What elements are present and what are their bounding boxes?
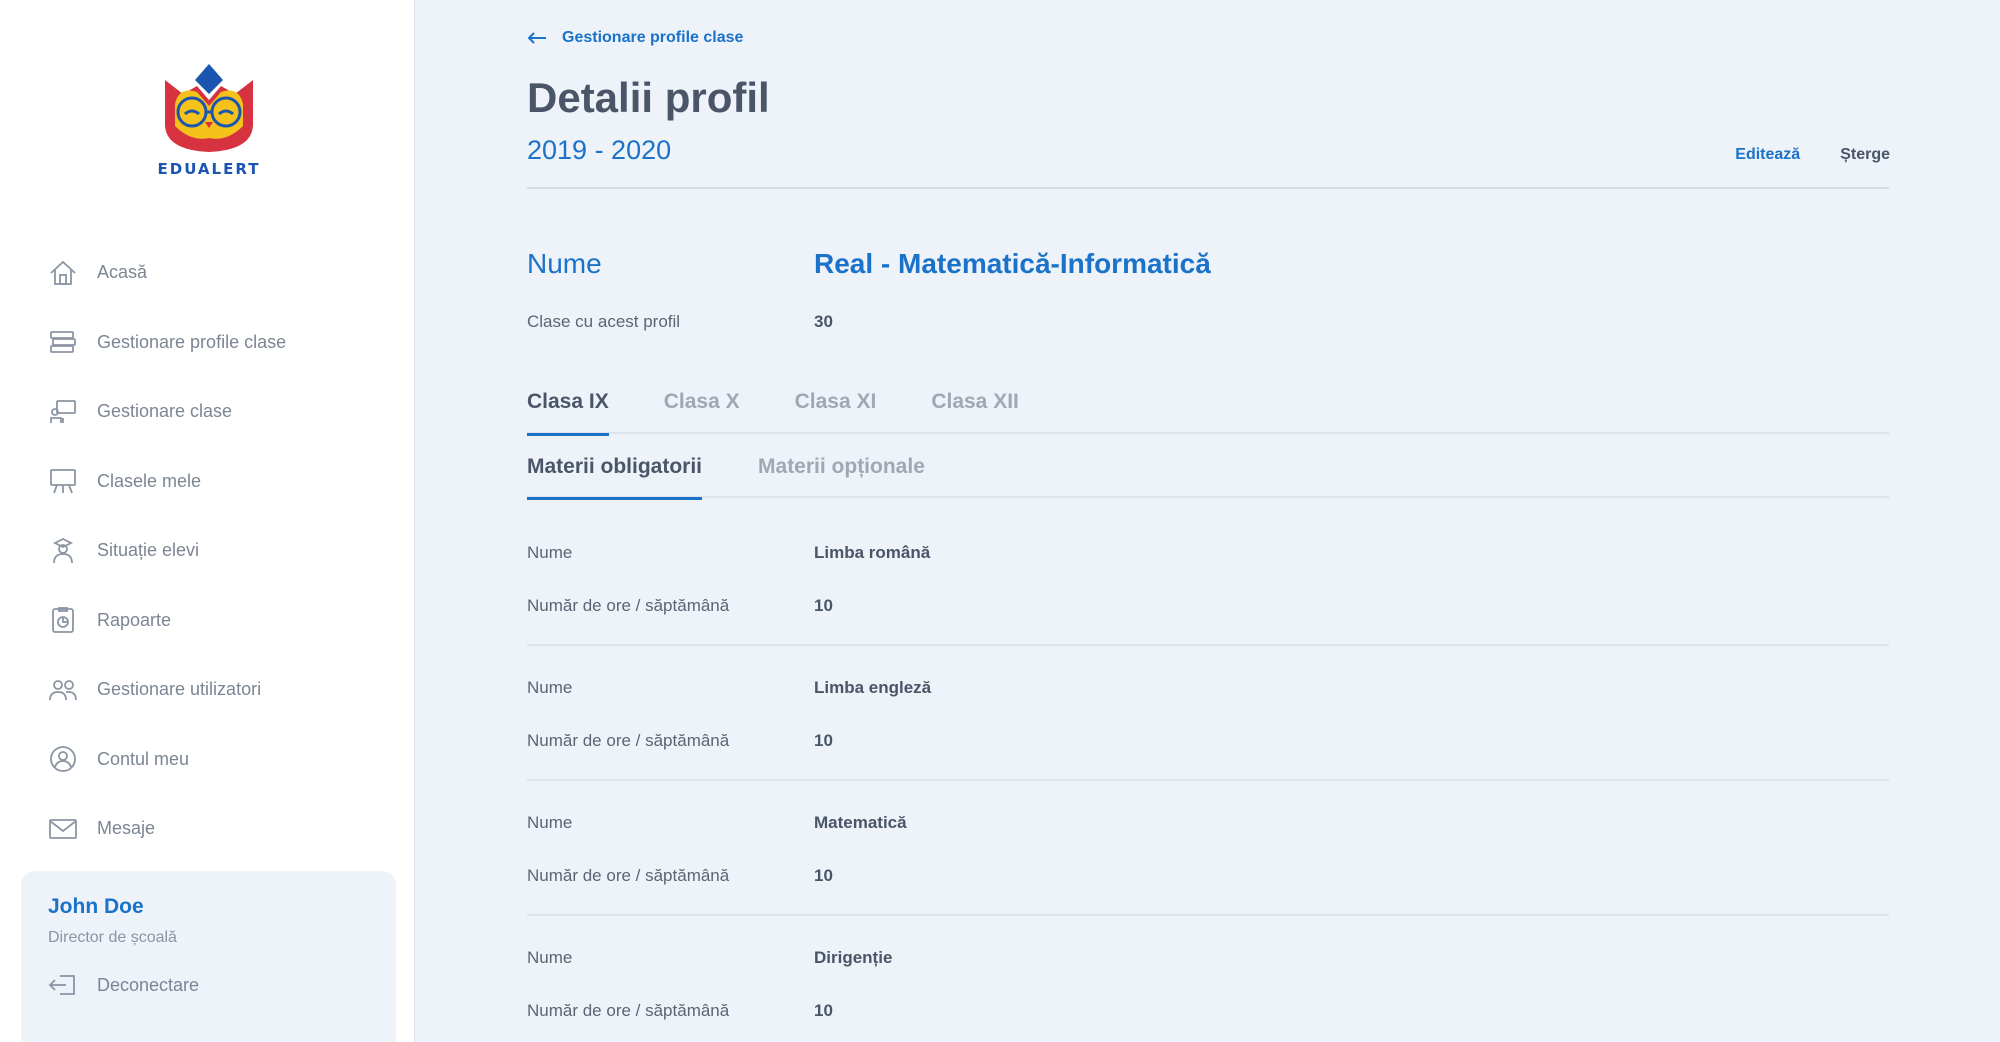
profile-name-value: Real - Matematică-Informatică: [814, 248, 1211, 279]
subject-name-label: Nume: [527, 948, 573, 967]
logout-label: Deconectare: [97, 974, 200, 995]
edit-button[interactable]: Editează: [1735, 146, 1800, 164]
sidebar-item-account[interactable]: Contul meu: [0, 725, 415, 795]
header-actions: Editează Șterge: [1735, 146, 1890, 164]
account-icon: [48, 745, 78, 773]
classroom-icon: [48, 398, 78, 426]
edualert-logo[interactable]: EDUALERT: [150, 64, 268, 184]
sidebar-item-classes[interactable]: Gestionare clase: [0, 377, 415, 447]
board-icon: [48, 467, 78, 495]
list-item: Nume Dirigenție Număr de ore / săptămână 1…: [527, 916, 1889, 1042]
sidebar-item-label: Acasă: [97, 262, 148, 283]
subject-hours-label: Număr de ore / săptămână: [527, 866, 730, 885]
sidebar-item-my-classes[interactable]: Clasele mele: [0, 447, 415, 517]
subject-name-label: Nume: [527, 543, 573, 562]
subject-name: Limba engleză: [814, 678, 932, 697]
sidebar-item-label: Rapoarte: [97, 609, 172, 630]
subject-hours: 10: [814, 596, 833, 615]
list-item: Nume Limba română Număr de ore / săptămân…: [527, 511, 1889, 646]
sidebar-nav: Acasă Gestionare profile clase Gestionar…: [0, 238, 415, 864]
subject-hours-label: Număr de ore / săptămână: [527, 596, 730, 615]
classes-count-value: 30: [814, 312, 833, 331]
home-icon: [48, 259, 78, 287]
arrow-left-icon: [527, 32, 546, 44]
subject-hours: 10: [814, 866, 833, 885]
sidebar: EDUALERT Acasă Gestionare profile clase …: [0, 0, 415, 1042]
subjects-list: Nume Limba română Număr de ore / săptămân…: [527, 511, 1889, 1042]
sidebar-item-messages[interactable]: Mesaje: [0, 794, 415, 864]
books-icon: [48, 328, 78, 356]
subject-name: Limba română: [814, 543, 931, 562]
list-item: Nume Limba engleză Număr de ore / săptămâ…: [527, 646, 1889, 781]
sidebar-item-label: Gestionare clase: [97, 401, 233, 422]
sidebar-item-label: Gestionare utilizatori: [97, 679, 262, 700]
mail-icon: [48, 815, 78, 843]
class-tabs: Clasa IX Clasa X Clasa XI Clasa XII: [527, 390, 1889, 436]
subject-hours-label: Număr de ore / săptămână: [527, 731, 730, 750]
sidebar-item-class-profiles[interactable]: Gestionare profile clase: [0, 308, 415, 378]
subject-name-label: Nume: [527, 678, 573, 697]
subject-hours: 10: [814, 1001, 833, 1020]
subject-name-label: Nume: [527, 813, 573, 832]
sidebar-item-label: Clasele mele: [97, 470, 202, 491]
owl-logo-icon: [165, 64, 253, 152]
sidebar-item-reports[interactable]: Rapoarte: [0, 586, 415, 656]
tab-clasa-ix[interactable]: Clasa IX: [527, 390, 609, 436]
tab-clasa-xi[interactable]: Clasa XI: [795, 390, 877, 434]
delete-button[interactable]: Șterge: [1840, 146, 1890, 164]
tab-clasa-x[interactable]: Clasa X: [664, 390, 740, 434]
user-name: John Doe: [48, 895, 144, 918]
tab-mandatory-subjects[interactable]: Materii obligatorii: [527, 455, 703, 500]
classes-count-label: Clase cu acest profil: [527, 312, 681, 331]
sidebar-item-users[interactable]: Gestionare utilizatori: [0, 655, 415, 725]
subject-name: Matematică: [814, 813, 907, 832]
brand-name: EDUALERT: [157, 160, 261, 178]
back-link-label: Gestionare profile clase: [562, 29, 744, 46]
back-link[interactable]: Gestionare profile clase: [527, 29, 743, 47]
page-title: Detalii profil: [527, 74, 770, 121]
sidebar-item-students[interactable]: Situație elevi: [0, 516, 415, 586]
subject-name: Dirigenție: [814, 948, 893, 967]
school-year: 2019 - 2020: [527, 135, 672, 165]
users-icon: [48, 676, 78, 704]
user-role: Director de școală: [48, 929, 177, 946]
divider: [527, 187, 1889, 189]
logout-button[interactable]: Deconectare: [48, 974, 199, 996]
sidebar-item-label: Gestionare profile clase: [97, 331, 287, 352]
profile-name-label: Nume: [527, 248, 602, 279]
list-item: Nume Matematică Număr de ore / săptămână 1…: [527, 781, 1889, 916]
sidebar-item-label: Contul meu: [97, 748, 190, 769]
report-icon: [48, 606, 78, 634]
sidebar-item-home[interactable]: Acasă: [0, 238, 415, 308]
sidebar-item-label: Situație elevi: [97, 540, 200, 561]
tab-optional-subjects[interactable]: Materii opționale: [758, 455, 925, 498]
user-card: John Doe Director de școală Deconectare: [21, 871, 396, 1042]
subject-hours: 10: [814, 731, 833, 750]
tab-clasa-xii[interactable]: Clasa XII: [931, 390, 1019, 434]
logout-icon: [48, 975, 75, 995]
subject-hours-label: Număr de ore / săptămână: [527, 1001, 730, 1020]
student-icon: [48, 537, 78, 565]
sidebar-item-label: Mesaje: [97, 818, 156, 839]
subject-type-tabs: Materii obligatorii Materii opționale: [527, 455, 1889, 500]
